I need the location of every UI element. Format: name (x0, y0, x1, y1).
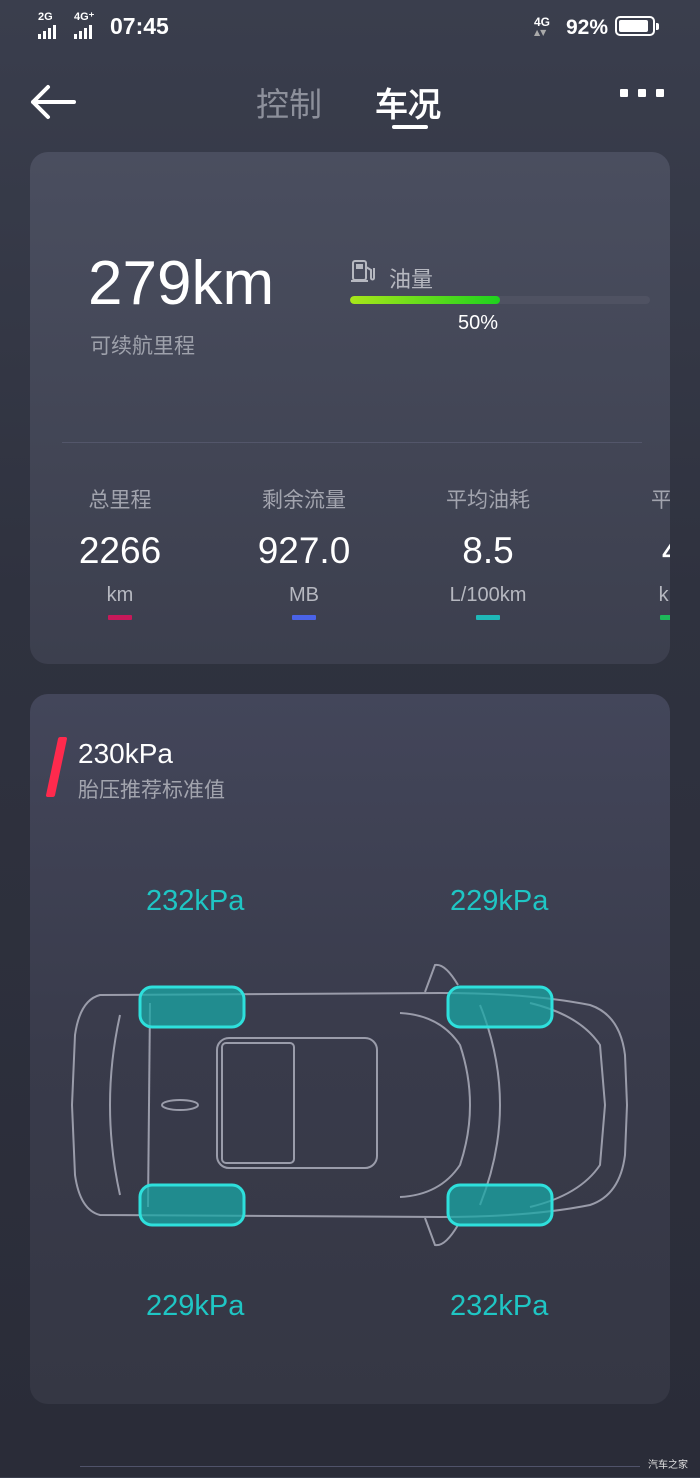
status-bar: 2G 4G⁺ 07:45 4G ▲▼ 92% (0, 0, 700, 56)
card-divider (62, 442, 642, 443)
tire-front-left (138, 985, 246, 1029)
fuel-percent: 50% (458, 312, 499, 334)
active-tab-indicator (392, 125, 428, 129)
stat-remaining-data[interactable]: 剩余流量 927.0 MB (214, 484, 394, 620)
stat-total-mileage[interactable]: 总里程 2266 km (30, 484, 210, 620)
tire-front-right (446, 985, 554, 1029)
tire-front-right-pressure: 229kPa (450, 885, 549, 917)
network-2g-label: 2G (38, 11, 53, 23)
stat-unit: km (658, 584, 670, 606)
stat-value: 927.0 (257, 530, 351, 571)
range-label: 可续航里程 (90, 334, 195, 358)
tab-control[interactable]: 控制 (256, 78, 322, 126)
battery-icon (615, 16, 659, 36)
back-button[interactable] (28, 84, 78, 124)
tire-front-left-pressure: 232kPa (146, 885, 245, 917)
next-card-edge (80, 1466, 640, 1478)
stat-value: 2266 (78, 530, 162, 571)
stat-label: 平均 (651, 488, 670, 512)
status-time: 07:45 (110, 13, 169, 39)
range-value: 279km (88, 249, 275, 318)
tire-rear-right (446, 1183, 554, 1227)
car-topview-illustration (70, 963, 629, 1247)
network-4g-data-label: 4G (534, 15, 551, 29)
tab-vehicle-status[interactable]: 车况 (375, 78, 441, 126)
more-icon (620, 89, 628, 97)
fuel-pump-icon (351, 260, 375, 282)
tire-rear-left (138, 1183, 246, 1227)
arrow-left-icon (31, 85, 76, 119)
stat-color-bar (660, 615, 670, 620)
battery-percent: 92% (566, 16, 609, 39)
stat-label: 剩余流量 (262, 488, 346, 512)
tire-rear-right-pressure: 232kPa (450, 1290, 549, 1322)
stat-unit: L/100km (449, 584, 527, 606)
stat-label: 总里程 (88, 488, 152, 512)
signal-2g-icon: 2G (38, 12, 56, 39)
stat-color-bar (108, 615, 132, 620)
watermark: 汽车之家 (648, 1460, 688, 1471)
stat-label: 平均油耗 (446, 488, 530, 512)
stat-value: 8.5 (462, 530, 514, 571)
mobile-data-icon: 4G ▲▼ (534, 15, 551, 37)
tire-rear-left-pressure: 229kPa (146, 1290, 245, 1322)
fuel-level-bar (350, 296, 650, 304)
signal-4g-icon: 4G⁺ (74, 12, 94, 39)
fuel-label: 油量 (389, 268, 434, 293)
stat-color-bar (292, 615, 316, 620)
stat-value: 4 (582, 530, 670, 572)
standard-pressure-label: 胎压推荐标准值 (78, 778, 225, 802)
stat-avg-fuel[interactable]: 平均油耗 8.5 L/100km (398, 484, 578, 620)
stat-avg-partial[interactable]: 平均 4 km (582, 484, 670, 620)
more-button[interactable] (620, 89, 664, 97)
standard-pressure-value: 230kPa (78, 738, 173, 769)
fuel-level-fill (350, 296, 500, 304)
stats-row[interactable]: 总里程 2266 km 剩余流量 927.0 MB 平均油耗 8.5 L/100… (30, 484, 670, 644)
stat-unit: MB (289, 584, 319, 606)
network-4g-label: 4G⁺ (74, 11, 95, 23)
stat-unit: km (106, 584, 134, 606)
stat-color-bar (476, 615, 500, 620)
